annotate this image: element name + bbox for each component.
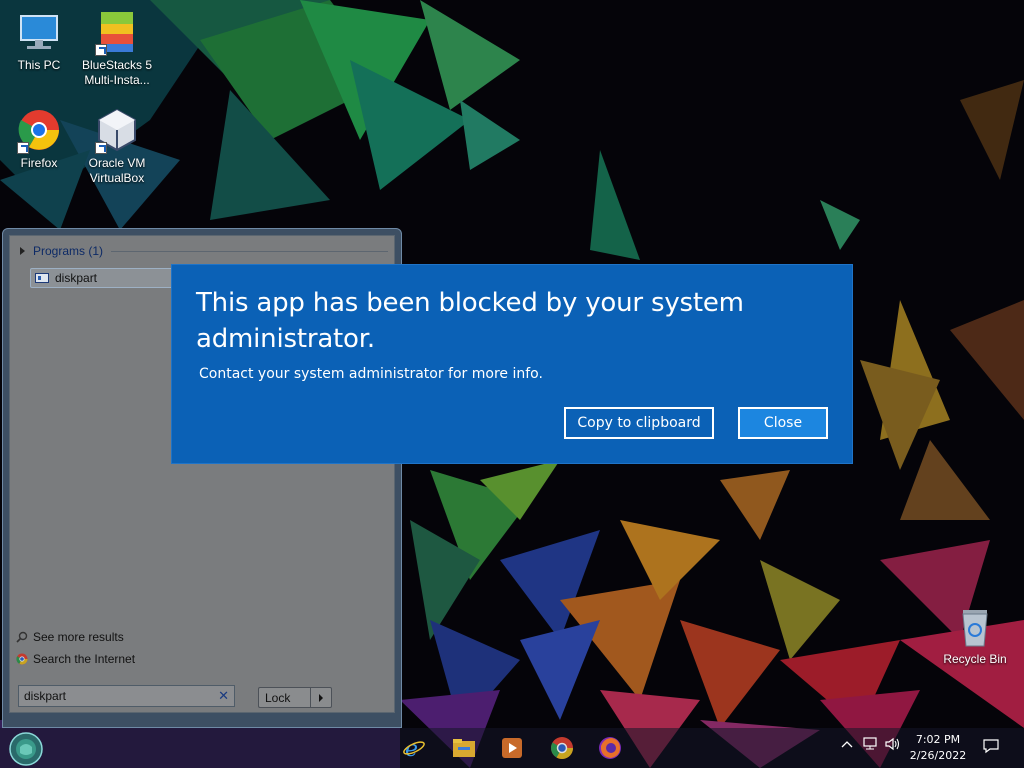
start-search-input[interactable]: diskpart ✕: [18, 685, 235, 707]
desktop-icon-label: Recycle Bin: [943, 652, 1007, 666]
divider: [111, 250, 388, 252]
desktop-icon-label: Oracle VM VirtualBox: [88, 156, 146, 185]
dialog-title: This app has been blocked by your system…: [196, 288, 744, 354]
show-hidden-icons-chevron-icon[interactable]: [840, 737, 854, 754]
internet-explorer-icon[interactable]: e: [402, 736, 426, 762]
chrome-icon: [15, 106, 63, 154]
programs-header-label: Programs (1): [33, 244, 104, 258]
computer-icon: [15, 8, 63, 56]
search-input-value: diskpart: [24, 689, 67, 703]
search-internet-label: Search the Internet: [33, 652, 136, 666]
expand-triangle-icon: [20, 247, 25, 255]
programs-group-header[interactable]: Programs (1): [20, 244, 388, 258]
network-icon[interactable]: [862, 737, 878, 754]
desktop-icon-this-pc[interactable]: This PC: [0, 8, 78, 73]
close-button[interactable]: Close: [738, 407, 828, 439]
search-internet-link[interactable]: Search the Internet: [16, 652, 135, 666]
chrome-icon[interactable]: [550, 736, 574, 760]
media-player-icon[interactable]: [500, 736, 524, 760]
power-options-arrow-button[interactable]: [310, 687, 332, 708]
desktop-icon-label: Firefox: [20, 156, 58, 170]
clear-search-icon[interactable]: ✕: [218, 688, 229, 704]
dialog-message: Contact your system administrator for mo…: [199, 366, 543, 382]
file-explorer-icon[interactable]: [452, 736, 476, 760]
virtualbox-icon: [93, 106, 141, 154]
desktop-icon-label: BlueStacks 5 Multi-Insta...: [81, 58, 153, 87]
desktop-icon-label: This PC: [17, 58, 61, 72]
bluestacks-icon: [93, 8, 141, 56]
recycle-bin-icon: [951, 602, 999, 650]
desktop-icon-recycle-bin[interactable]: Recycle Bin: [936, 602, 1014, 667]
desktop-icon-virtualbox[interactable]: Oracle VM VirtualBox: [78, 106, 156, 186]
chrome-icon: [16, 653, 28, 665]
clock-time: 7:02 PM: [915, 733, 961, 746]
clock-date: 2/26/2022: [909, 749, 967, 762]
program-item-label: diskpart: [55, 271, 98, 285]
see-more-results-link[interactable]: See more results: [16, 630, 124, 644]
firefox-icon[interactable]: [598, 736, 622, 760]
taskbar-clock[interactable]: 7:02 PM 2/26/2022: [906, 732, 970, 764]
magnifier-icon: [16, 631, 28, 643]
see-more-results-label: See more results: [33, 630, 124, 644]
desktop-icon-bluestacks[interactable]: BlueStacks 5 Multi-Insta...: [78, 8, 156, 88]
program-window-icon: [35, 273, 49, 283]
start-orb-icon: [9, 732, 43, 766]
desktop-icon-firefox[interactable]: Firefox: [0, 106, 78, 171]
action-center-icon[interactable]: [982, 738, 1000, 757]
blocked-app-dialog: This app has been blocked by your system…: [172, 265, 852, 463]
copy-to-clipboard-button[interactable]: Copy to clipboard: [564, 407, 714, 439]
volume-icon[interactable]: [884, 737, 902, 754]
start-button[interactable]: [6, 731, 46, 767]
lock-button[interactable]: Lock: [258, 687, 310, 708]
